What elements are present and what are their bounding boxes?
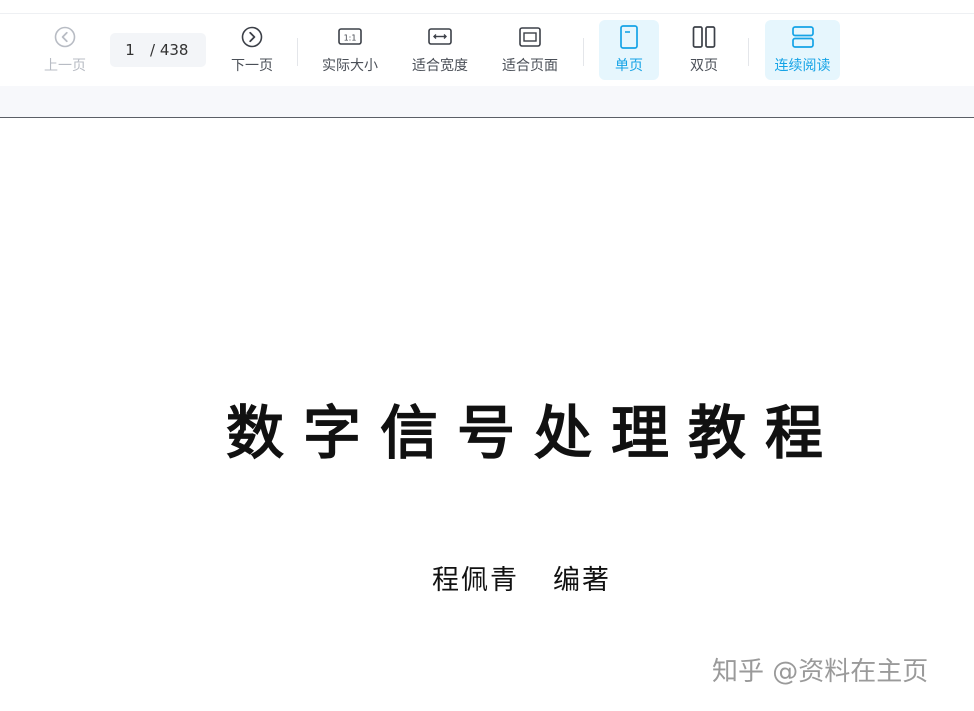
author-name: 程佩青 (432, 565, 519, 596)
book-author: 程佩青 编著 (432, 558, 611, 597)
double-page-label: 双页 (690, 58, 718, 74)
actual-size-label: 实际大小 (322, 58, 378, 74)
fit-page-icon (517, 24, 543, 50)
toolbar-divider (583, 38, 584, 66)
total-pages: / 438 (150, 41, 189, 59)
single-page-button[interactable]: 单页 (599, 20, 659, 80)
prev-page-label: 上一页 (44, 58, 86, 74)
current-page-input[interactable]: 1 (110, 41, 150, 59)
chevron-left-circle-icon (52, 24, 78, 50)
page-indicator: 1 / 438 (110, 33, 206, 67)
fit-width-label: 适合宽度 (412, 58, 468, 74)
toolbar-subbar (0, 86, 974, 118)
book-title: 数字信号处理教程 (226, 399, 843, 467)
fit-width-icon (427, 24, 453, 50)
double-page-icon (691, 24, 717, 50)
top-strip (0, 0, 974, 14)
fit-page-label: 适合页面 (502, 58, 558, 74)
toolbar-divider (748, 38, 749, 66)
prev-page-button[interactable]: 上一页 (36, 20, 94, 80)
single-page-icon (616, 24, 642, 50)
double-page-button[interactable]: 双页 (675, 20, 733, 80)
fit-width-button[interactable]: 适合宽度 (405, 20, 475, 80)
watermark-text: 知乎 @资料在主页 (712, 657, 929, 687)
chevron-right-circle-icon (239, 24, 265, 50)
actual-size-icon: 1:1 (337, 24, 363, 50)
continuous-reading-icon (790, 24, 816, 50)
continuous-reading-button[interactable]: 连续阅读 (765, 20, 840, 80)
next-page-button[interactable]: 下一页 (223, 20, 281, 80)
actual-size-button[interactable]: 1:1 实际大小 (315, 20, 385, 80)
fit-page-button[interactable]: 适合页面 (495, 20, 565, 80)
continuous-reading-label: 连续阅读 (774, 58, 831, 74)
single-page-label: 单页 (615, 58, 643, 74)
document-page: 数字信号处理教程 程佩青 编著 知乎 @资料在主页 (0, 118, 974, 711)
svg-text:1:1: 1:1 (344, 34, 357, 43)
toolbar-divider (297, 38, 298, 66)
next-page-label: 下一页 (231, 58, 273, 74)
viewer-toolbar: 上一页 1 / 438 下一页 1:1 实际大小 适合宽度 适合页面 单页 双页… (0, 14, 974, 86)
author-role: 编著 (553, 565, 611, 596)
